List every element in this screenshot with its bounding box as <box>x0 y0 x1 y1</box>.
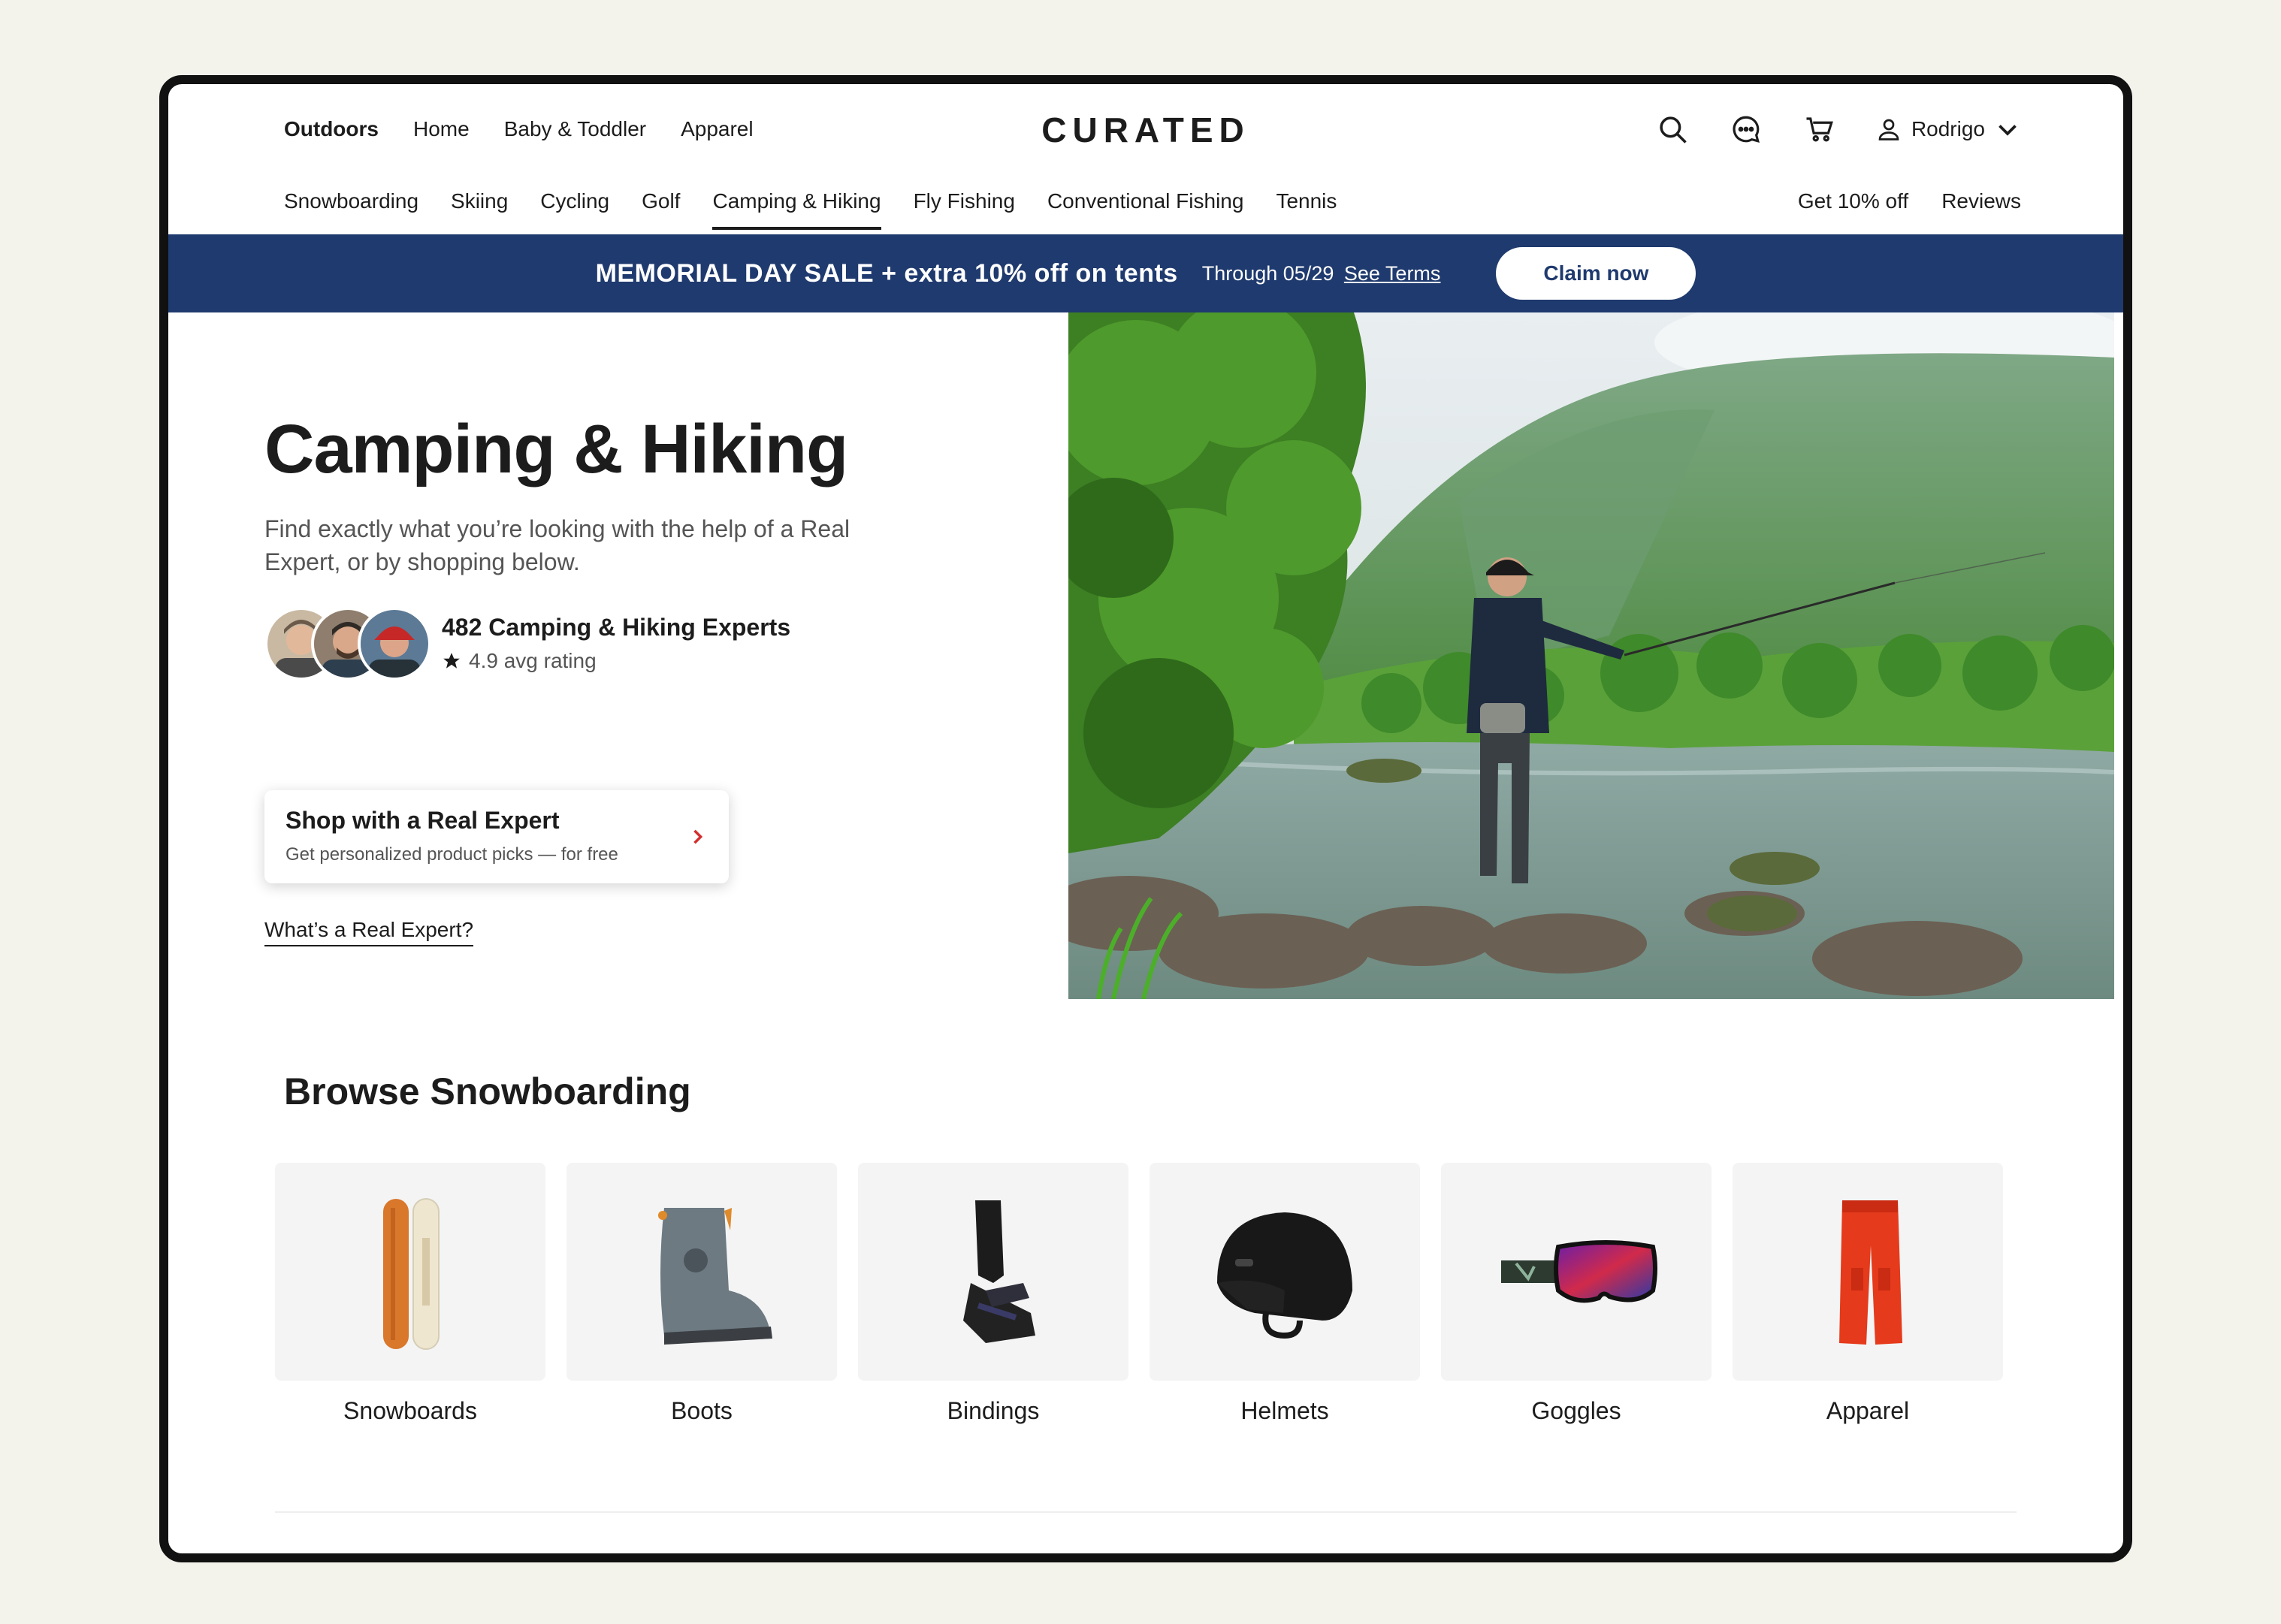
card-subtitle: Get personalized product picks — for fre… <box>286 844 618 865</box>
promo-banner: MEMORIAL DAY SALE + extra 10% off on ten… <box>168 234 2123 312</box>
secondary-links: Get 10% off Reviews <box>1798 189 2021 213</box>
boot-icon <box>658 1208 772 1345</box>
category-camping-hiking[interactable]: Camping & Hiking <box>712 189 881 230</box>
chat-icon[interactable] <box>1728 111 1764 147</box>
tile-label: Bindings <box>947 1397 1040 1424</box>
promo-dates: Through 05/29 See Terms <box>1202 262 1441 285</box>
experts-info: 482 Camping & Hiking Experts 4.9 avg rat… <box>442 614 790 673</box>
category-tennis[interactable]: Tennis <box>1276 189 1337 230</box>
browser-frame: Outdoors Home Baby & Toddler Apparel CUR… <box>159 75 2132 1562</box>
page-title: Camping & Hiking <box>264 411 848 488</box>
binding-icon <box>963 1200 1035 1343</box>
card-title: Shop with a Real Expert <box>286 807 560 834</box>
category-conventional-fishing[interactable]: Conventional Fishing <box>1047 189 1244 230</box>
user-name: Rodrigo <box>1911 117 1985 140</box>
tile-image <box>566 1163 837 1381</box>
avatar <box>358 607 431 681</box>
tile-image <box>1441 1163 1712 1381</box>
tile-label: Helmets <box>1240 1397 1329 1424</box>
chevron-right-icon <box>693 829 703 844</box>
tile-label: Goggles <box>1531 1397 1621 1424</box>
browse-title: Browse Snowboarding <box>284 1070 691 1112</box>
section-divider <box>275 1511 2017 1513</box>
claim-now-button[interactable]: Claim now <box>1496 247 1696 300</box>
experts-summary: 482 Camping & Hiking Experts 4.9 avg rat… <box>264 607 790 681</box>
category-cycling[interactable]: Cycling <box>540 189 609 230</box>
hero-image <box>1068 312 2114 999</box>
tile-image <box>858 1163 1128 1381</box>
see-terms-link[interactable]: See Terms <box>1344 262 1441 285</box>
discount-link[interactable]: Get 10% off <box>1798 189 1908 213</box>
experts-count: 482 Camping & Hiking Experts <box>442 613 791 641</box>
top-navigation: Outdoors Home Baby & Toddler Apparel CUR… <box>168 84 2123 174</box>
snowboard-icon <box>383 1198 440 1350</box>
tile-image <box>1150 1163 1420 1381</box>
hero-content: Camping & Hiking Find exactly what you’r… <box>264 312 1166 999</box>
tile-helmets[interactable]: Helmets <box>1150 1163 1420 1425</box>
hero-description: Find exactly what you’re looking with th… <box>264 515 850 575</box>
tile-image <box>1733 1163 2003 1381</box>
experts-rating: 4.9 avg rating <box>442 649 790 673</box>
whats-real-expert-link[interactable]: What’s a Real Expert? <box>264 918 474 946</box>
helmet-icon <box>1217 1212 1352 1339</box>
category-fly-fishing[interactable]: Fly Fishing <box>914 189 1015 230</box>
tile-label: Apparel <box>1826 1397 1910 1424</box>
cart-icon[interactable] <box>1802 111 1838 147</box>
chevron-down-icon <box>1999 125 2017 136</box>
category-list: Snowboarding Skiing Cycling Golf Camping… <box>284 189 1337 230</box>
tile-image <box>275 1163 545 1381</box>
tile-boots[interactable]: Boots <box>566 1163 837 1425</box>
category-golf[interactable]: Golf <box>642 189 680 230</box>
pants-icon <box>1839 1200 1902 1345</box>
user-icon <box>1878 119 1899 140</box>
tile-apparel[interactable]: Apparel <box>1733 1163 2003 1425</box>
tile-snowboards[interactable]: Snowboards <box>275 1163 545 1425</box>
star-icon <box>443 652 460 669</box>
tile-goggles[interactable]: Goggles <box>1441 1163 1712 1425</box>
search-icon[interactable] <box>1654 111 1690 147</box>
promo-through: Through 05/29 <box>1201 261 1334 285</box>
goggles-icon <box>1501 1240 1657 1303</box>
shop-with-expert-card[interactable]: Shop with a Real Expert Get personalized… <box>264 790 729 883</box>
rating-text: 4.9 avg rating <box>469 648 597 672</box>
reviews-link[interactable]: Reviews <box>1941 189 2021 213</box>
tile-label: Snowboards <box>343 1397 477 1424</box>
category-tiles: Snowboards Boots Bindings Helmets Goggle… <box>275 1163 2003 1425</box>
category-nav: Snowboarding Skiing Cycling Golf Camping… <box>168 174 2123 237</box>
expert-avatars <box>264 607 431 681</box>
user-menu[interactable]: Rodrigo <box>1875 116 2021 143</box>
header-actions: Rodrigo <box>1654 111 2021 147</box>
promo-headline: MEMORIAL DAY SALE + extra 10% off on ten… <box>595 258 1178 288</box>
category-snowboarding[interactable]: Snowboarding <box>284 189 418 230</box>
category-skiing[interactable]: Skiing <box>451 189 508 230</box>
tile-label: Boots <box>671 1397 733 1424</box>
tile-bindings[interactable]: Bindings <box>858 1163 1128 1425</box>
